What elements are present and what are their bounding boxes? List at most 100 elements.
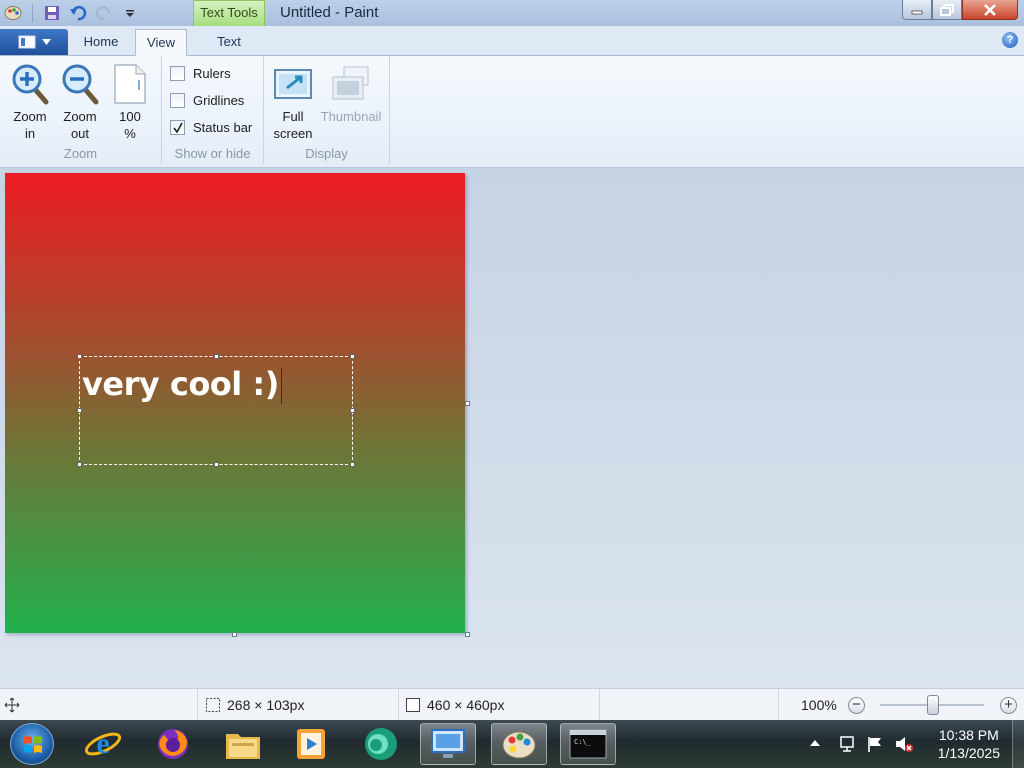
paint-app-icon[interactable] xyxy=(2,3,24,23)
selection-handle[interactable] xyxy=(77,408,82,413)
svg-text:C:\_: C:\_ xyxy=(574,738,592,746)
display-group-label: Display xyxy=(305,146,348,161)
taskbar-command-prompt[interactable]: C:\_ xyxy=(560,723,616,765)
canvas-resize-handle-right[interactable] xyxy=(465,401,470,406)
internet-explorer-icon: e xyxy=(84,727,122,760)
selection-handle[interactable] xyxy=(77,462,82,467)
clock-date: 1/13/2025 xyxy=(937,745,1000,761)
close-button[interactable] xyxy=(962,0,1018,20)
selection-handle[interactable] xyxy=(350,354,355,359)
start-button[interactable] xyxy=(10,723,54,765)
full-screen-label: Full screen xyxy=(273,109,313,141)
gridlines-checkbox[interactable] xyxy=(170,93,185,108)
taskbar-internet-explorer[interactable]: e xyxy=(75,723,131,765)
remote-desktop-icon xyxy=(431,729,465,758)
volume-muted-icon[interactable] xyxy=(894,735,914,753)
taskbar-paint[interactable] xyxy=(491,723,547,765)
save-icon[interactable] xyxy=(41,3,63,23)
restore-button[interactable] xyxy=(932,0,962,20)
show-desktop-button[interactable] xyxy=(1012,720,1024,768)
zoom-in-status-button[interactable]: + xyxy=(1000,697,1017,714)
zoom-group-label: Zoom xyxy=(63,146,98,161)
thumbnail-label: Thumbnail xyxy=(320,109,382,124)
image-size-icon xyxy=(406,698,420,712)
show-hide-group-label: Show or hide xyxy=(174,146,251,161)
statusbar-checkbox-row[interactable]: Status bar xyxy=(170,120,252,135)
canvas-text-content: very cool :) xyxy=(82,365,279,403)
media-player-icon xyxy=(297,729,325,759)
statusbar-checkbox[interactable] xyxy=(170,120,185,135)
zoom-level-segment: 100% xyxy=(801,689,837,721)
selection-handle[interactable] xyxy=(77,354,82,359)
canvas-resize-handle-bottom[interactable] xyxy=(232,632,237,637)
tab-view[interactable]: View xyxy=(135,29,187,56)
action-center-icon[interactable] xyxy=(838,735,856,753)
zoom-level-text: 100% xyxy=(801,697,837,713)
drawing-canvas[interactable]: very cool :) xyxy=(5,173,465,633)
redo-icon[interactable] xyxy=(93,3,115,23)
cursor-position-segment xyxy=(4,689,20,721)
taskbar-file-explorer[interactable] xyxy=(215,723,271,765)
thumbnail-button[interactable]: Thumbnail xyxy=(320,60,382,125)
status-divider xyxy=(778,689,779,721)
image-size-segment: 460 × 460px xyxy=(405,689,504,721)
display-group: Full screen Thumbnail Display xyxy=(264,56,390,164)
rulers-checkbox[interactable] xyxy=(170,66,185,81)
zoom-100-label: 100 % xyxy=(119,109,141,141)
full-screen-button[interactable]: Full screen xyxy=(270,60,316,142)
zoom-100-button[interactable]: 100 % xyxy=(108,60,152,142)
thumbnail-icon xyxy=(320,60,382,108)
selection-handle[interactable] xyxy=(214,354,219,359)
show-hide-group: Rulers Gridlines Status bar Show or hide xyxy=(162,56,264,164)
text-selection-box[interactable]: very cool :) xyxy=(77,354,355,467)
firefox-icon xyxy=(158,729,188,759)
status-divider xyxy=(398,689,399,721)
selection-size-segment: 268 × 103px xyxy=(205,689,304,721)
zoom-group: Zoom in Zoom out 100 % Zoom xyxy=(0,56,162,164)
rulers-checkbox-row[interactable]: Rulers xyxy=(170,66,231,81)
actual-size-page-icon xyxy=(108,60,152,108)
checkmark-icon xyxy=(172,122,183,133)
zoom-out-status-button[interactable]: − xyxy=(848,697,865,714)
rulers-label: Rulers xyxy=(193,66,231,81)
undo-icon[interactable] xyxy=(67,3,89,23)
help-icon[interactable]: ? xyxy=(1002,32,1018,48)
file-explorer-icon xyxy=(226,734,260,759)
minimize-button[interactable] xyxy=(902,0,932,20)
selection-size-text: 268 × 103px xyxy=(227,697,305,713)
zoom-out-label: Zoom out xyxy=(63,109,97,141)
text-tools-context-tab: Text Tools xyxy=(193,0,265,26)
paint-menu-button[interactable] xyxy=(0,29,68,55)
selection-handle[interactable] xyxy=(350,408,355,413)
taskbar-remote-desktop[interactable] xyxy=(420,723,476,765)
show-hidden-icons-icon[interactable] xyxy=(810,739,820,747)
zoom-in-label: Zoom in xyxy=(13,109,47,141)
command-prompt-icon: C:\_ xyxy=(569,729,607,759)
selection-size-icon xyxy=(206,698,220,712)
canvas-resize-handle-corner[interactable] xyxy=(465,632,470,637)
quick-access-toolbar xyxy=(0,2,141,24)
taskbar-media-player[interactable] xyxy=(283,723,339,765)
clock-time: 10:38 PM xyxy=(938,727,999,743)
svg-text:e: e xyxy=(96,727,109,760)
system-clock[interactable]: 10:38 PM 1/13/2025 xyxy=(938,726,1000,762)
customize-qat-dropdown-icon[interactable] xyxy=(119,3,141,23)
flag-icon[interactable] xyxy=(866,735,884,753)
zoom-in-button[interactable]: Zoom in xyxy=(6,60,54,142)
title-bar: Text Tools Untitled - Paint xyxy=(0,0,1024,26)
zoom-out-button[interactable]: Zoom out xyxy=(56,60,104,142)
selection-handle[interactable] xyxy=(350,462,355,467)
status-bar: 268 × 103px 460 × 460px 100% − + xyxy=(0,688,1024,721)
taskbar-firefox[interactable] xyxy=(145,723,201,765)
tab-text[interactable]: Text xyxy=(193,29,265,56)
canvas-workspace[interactable]: very cool :) xyxy=(0,168,1024,688)
tab-home[interactable]: Home xyxy=(70,29,132,56)
canvas-text[interactable]: very cool :) xyxy=(82,365,282,404)
selection-handle[interactable] xyxy=(214,462,219,467)
zoom-slider-thumb[interactable] xyxy=(927,695,939,715)
app-icon xyxy=(365,728,397,760)
taskbar-app[interactable] xyxy=(353,723,409,765)
zoom-out-icon xyxy=(56,60,104,108)
gridlines-checkbox-row[interactable]: Gridlines xyxy=(170,93,244,108)
gridlines-label: Gridlines xyxy=(193,93,245,108)
